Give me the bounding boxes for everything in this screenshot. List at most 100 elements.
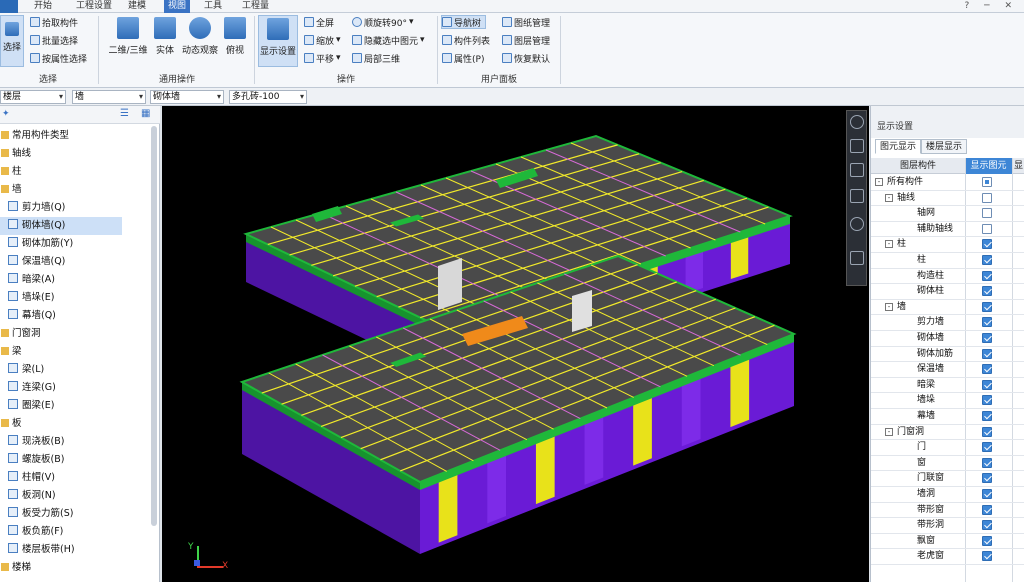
nav-tree-item[interactable]: 连梁(G) bbox=[0, 379, 150, 397]
drawing-manager-button[interactable]: 图纸管理 bbox=[502, 15, 550, 29]
spec-select[interactable]: 多孔砖-100 bbox=[229, 90, 307, 104]
show-checkbox[interactable] bbox=[982, 255, 992, 265]
nav-tree-item[interactable]: 梁 bbox=[0, 343, 150, 361]
cube-icon[interactable] bbox=[850, 163, 864, 177]
pan-button[interactable]: 平移 ▾ bbox=[304, 51, 341, 65]
solid-button[interactable]: 实体 bbox=[152, 17, 178, 56]
show-checkbox[interactable] bbox=[982, 442, 992, 453]
collapse-icon[interactable]: - bbox=[885, 427, 893, 436]
column-header-show[interactable]: 显示图元 bbox=[965, 158, 1012, 174]
show-checkbox[interactable] bbox=[982, 208, 992, 219]
show-checkbox[interactable] bbox=[982, 286, 992, 297]
pin-icon[interactable]: ✦ bbox=[2, 109, 10, 119]
2d-view-icon[interactable] bbox=[850, 139, 864, 153]
show-checkbox[interactable] bbox=[982, 192, 992, 203]
show-checkbox[interactable] bbox=[982, 379, 992, 390]
dynamic-orbit-button[interactable]: 动态观察 bbox=[180, 17, 220, 56]
show-checkbox[interactable] bbox=[982, 551, 992, 562]
floor-select[interactable]: 楼层 bbox=[0, 90, 66, 104]
nav-tree-item[interactable]: 砌体加筋(Y) bbox=[0, 235, 150, 253]
nav-tree-item[interactable]: 常用构件类型 bbox=[0, 127, 150, 145]
nav-tree-item[interactable]: 柱 bbox=[0, 163, 150, 181]
nav-tree-item[interactable]: 轴线 bbox=[0, 145, 150, 163]
nav-tree-button[interactable]: 导航树 bbox=[441, 15, 487, 29]
column-header-name[interactable]: 显 bbox=[1012, 158, 1024, 174]
show-checkbox[interactable] bbox=[982, 239, 992, 250]
collapse-icon[interactable]: - bbox=[875, 178, 883, 186]
show-checkbox[interactable] bbox=[982, 177, 992, 187]
menu-5[interactable]: 工程量 bbox=[238, 0, 273, 13]
3d-viewport[interactable]: Y X bbox=[162, 106, 869, 582]
layer-manager-button[interactable]: 图层管理 bbox=[502, 33, 550, 47]
subtype-select[interactable]: 砌体墙 bbox=[150, 90, 224, 104]
grid-view-icon[interactable]: ▦ bbox=[141, 108, 150, 119]
nav-tree-item[interactable]: 柱帽(V) bbox=[0, 469, 150, 487]
pick-component-button[interactable]: 拾取构件 bbox=[30, 15, 78, 29]
collapse-icon[interactable]: - bbox=[885, 240, 893, 249]
tab-0[interactable]: 图元显示 bbox=[875, 139, 922, 154]
show-checkbox[interactable] bbox=[982, 426, 992, 437]
batch-select-button[interactable]: 批量选择 bbox=[30, 33, 78, 47]
show-checkbox[interactable] bbox=[982, 270, 992, 281]
nav-tree-item[interactable]: 墙垛(E) bbox=[0, 289, 150, 307]
zoom-button[interactable]: 缩放 ▾ bbox=[304, 33, 341, 47]
component-list-button[interactable]: 构件列表 bbox=[442, 33, 490, 47]
nav-tree-item[interactable]: 楼层板带(H) bbox=[0, 541, 150, 559]
nav-tree-item[interactable]: 板 bbox=[0, 415, 150, 433]
restore-default-button[interactable]: 恢复默认 bbox=[502, 51, 550, 65]
nav-tree-item[interactable]: 剪力墙(Q) bbox=[0, 199, 150, 217]
nav-tree-item[interactable]: 保温墙(Q) bbox=[0, 253, 150, 271]
menu-3[interactable]: 视图 bbox=[164, 0, 191, 13]
rotate-icon[interactable] bbox=[850, 217, 864, 231]
rotate-90-button[interactable]: 顺旋转90° ▾ bbox=[352, 15, 413, 29]
orbit-icon[interactable] bbox=[850, 115, 864, 129]
show-checkbox[interactable] bbox=[982, 411, 992, 421]
select-by-attr-button[interactable]: 按属性选择 bbox=[30, 51, 87, 65]
show-checkbox[interactable] bbox=[982, 520, 992, 531]
list-view-icon[interactable]: ☰ bbox=[120, 108, 129, 119]
nav-tree-item[interactable]: 螺旋板(B) bbox=[0, 451, 150, 469]
properties-button[interactable]: 属性(P) bbox=[442, 51, 484, 65]
view-2d3d-button[interactable]: 二维/三维 bbox=[106, 17, 150, 56]
menu-0[interactable]: 开始 bbox=[30, 0, 56, 13]
tab-1[interactable]: 楼层显示 bbox=[921, 139, 968, 154]
nav-tree-item[interactable]: 板负筋(F) bbox=[0, 523, 150, 541]
show-checkbox[interactable] bbox=[982, 364, 992, 375]
show-checkbox[interactable] bbox=[982, 348, 992, 359]
show-checkbox[interactable] bbox=[982, 395, 992, 406]
nav-tree-item[interactable]: 幕墙(Q) bbox=[0, 307, 150, 325]
nav-tree-item[interactable]: 板洞(N) bbox=[0, 487, 150, 505]
building-3d-model[interactable] bbox=[162, 106, 869, 582]
top-view-button[interactable]: 俯视 bbox=[222, 17, 248, 56]
show-checkbox[interactable] bbox=[982, 473, 992, 484]
show-checkbox[interactable] bbox=[982, 223, 992, 234]
show-checkbox[interactable] bbox=[982, 317, 992, 328]
fullscreen-button[interactable]: 全屏 bbox=[304, 15, 334, 29]
nav-tree-item[interactable]: 梁(L) bbox=[0, 361, 150, 379]
menu-2[interactable]: 建模 bbox=[124, 0, 150, 13]
window-controls[interactable]: ? ─ ✕ bbox=[965, 0, 1018, 13]
select-button[interactable]: 选择 bbox=[0, 15, 24, 67]
nav-tree-item[interactable]: 暗梁(A) bbox=[0, 271, 150, 289]
show-checkbox[interactable] bbox=[982, 333, 992, 343]
show-checkbox[interactable] bbox=[982, 504, 992, 515]
fit-view-icon[interactable] bbox=[850, 251, 864, 265]
type-select[interactable]: 墙 bbox=[72, 90, 146, 104]
show-checkbox[interactable] bbox=[982, 489, 992, 499]
nav-tree-item[interactable]: 砌体墙(Q) bbox=[0, 217, 122, 235]
nav-tree-item[interactable]: 墙 bbox=[0, 181, 150, 199]
nav-tree-scrollbar[interactable] bbox=[151, 126, 157, 526]
nav-tree-item[interactable]: 门窗洞 bbox=[0, 325, 150, 343]
show-checkbox[interactable] bbox=[982, 301, 992, 312]
nav-tree-item[interactable]: 现浇板(B) bbox=[0, 433, 150, 451]
collapse-icon[interactable]: - bbox=[885, 193, 893, 202]
show-checkbox[interactable] bbox=[982, 457, 992, 468]
front-view-icon[interactable] bbox=[850, 189, 864, 203]
menu-4[interactable]: 工具 bbox=[200, 0, 226, 13]
local-3d-button[interactable]: 局部三维 bbox=[352, 51, 400, 65]
column-header-component[interactable]: 图层构件 bbox=[871, 158, 965, 174]
show-checkbox[interactable] bbox=[982, 535, 992, 546]
display-settings-button[interactable]: 显示设置 bbox=[258, 15, 298, 67]
nav-tree-item[interactable]: 板受力筋(S) bbox=[0, 505, 150, 523]
menu-1[interactable]: 工程设置 bbox=[72, 0, 116, 13]
